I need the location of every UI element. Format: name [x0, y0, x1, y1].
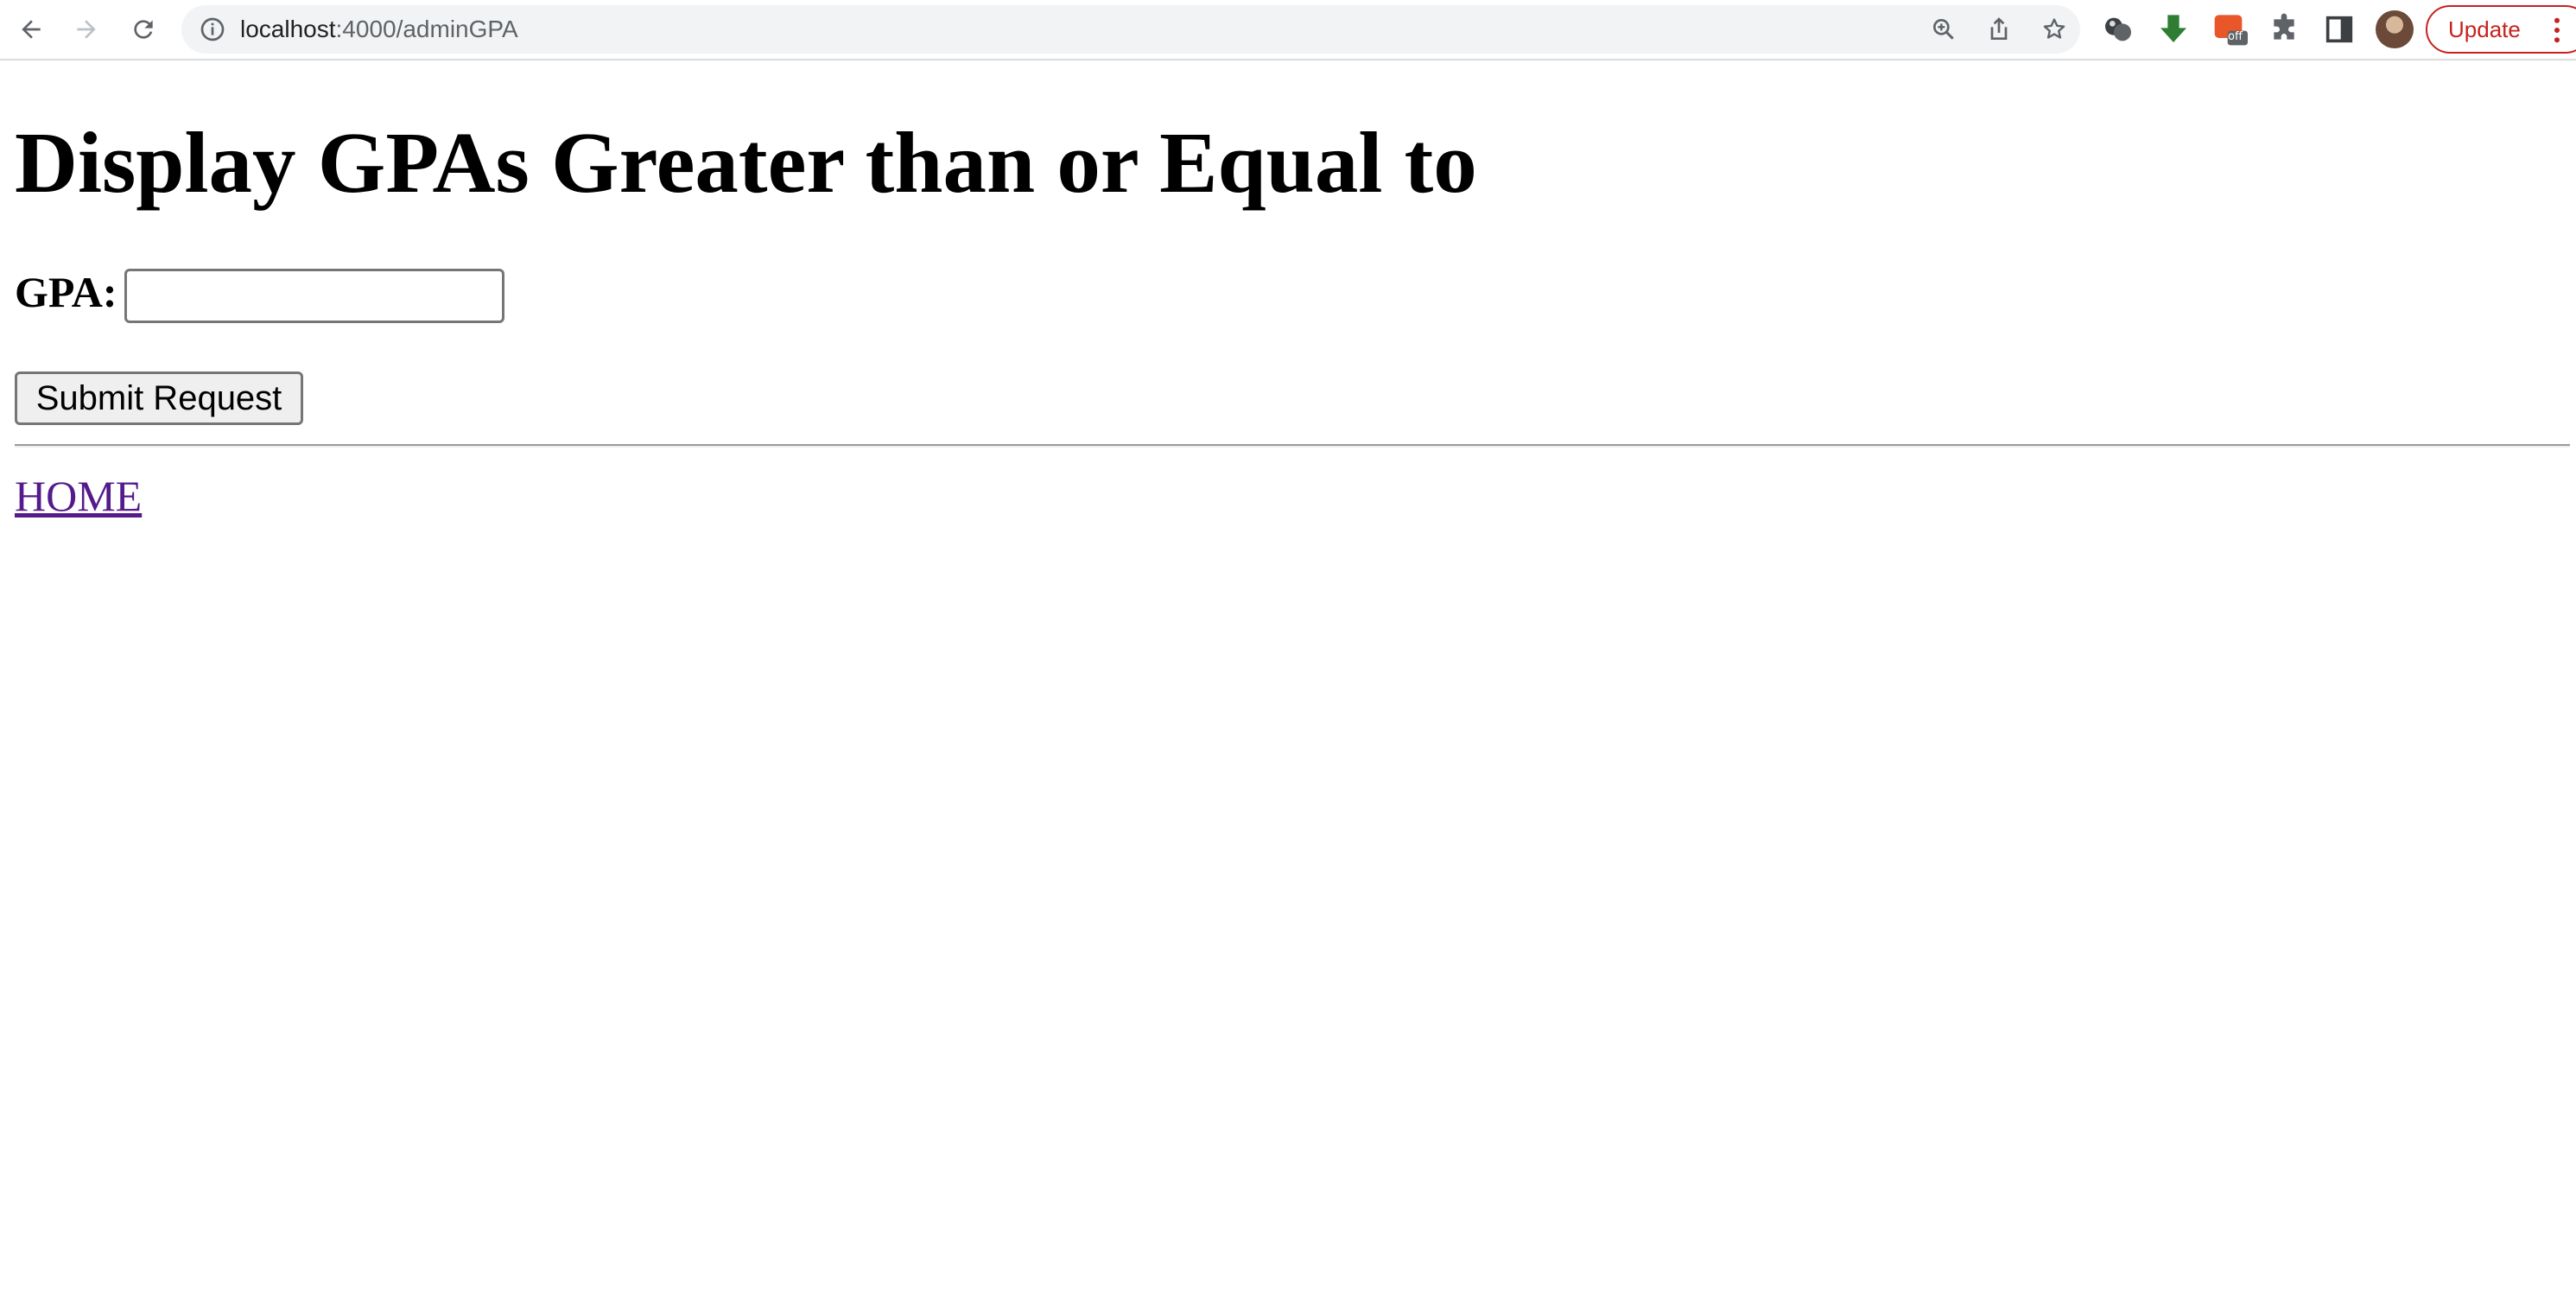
bookmark-star-icon[interactable]	[2040, 16, 2068, 43]
back-button[interactable]	[14, 12, 48, 47]
address-bar[interactable]: localhost:4000/adminGPA	[181, 5, 2080, 54]
url-path: :4000/adminGPA	[335, 16, 518, 42]
extensions-puzzle-icon[interactable]	[2267, 12, 2301, 47]
gpa-input[interactable]	[124, 269, 504, 323]
download-arrow-icon[interactable]	[2156, 12, 2191, 47]
submit-request-button[interactable]: Submit Request	[15, 371, 303, 425]
divider	[15, 444, 2570, 448]
profile-avatar[interactable]	[2376, 10, 2414, 48]
extension-off-icon[interactable]: off	[2213, 12, 2248, 47]
zoom-icon[interactable]	[1930, 16, 1957, 43]
site-info-icon[interactable]	[199, 16, 226, 43]
home-link[interactable]: HOME	[15, 470, 142, 522]
reload-icon	[134, 20, 153, 39]
gpa-label: GPA:	[15, 268, 117, 316]
forward-button[interactable]	[69, 12, 104, 47]
reload-button[interactable]	[126, 12, 161, 47]
extension-balls-icon[interactable]	[2101, 12, 2135, 47]
url-text[interactable]: localhost:4000/adminGPA	[240, 14, 518, 45]
update-label: Update	[2448, 16, 2521, 42]
page-title: Display GPAs Greater than or Equal to	[15, 114, 1477, 211]
more-vert-icon	[2554, 17, 2560, 43]
share-icon[interactable]	[1985, 16, 2013, 43]
update-button[interactable]: Update	[2426, 5, 2576, 54]
url-host: localhost	[240, 16, 336, 42]
side-panel-icon[interactable]	[2322, 12, 2357, 47]
forward-icon	[77, 20, 96, 39]
browser-toolbar: localhost:4000/adminGPA off Update	[0, 0, 2576, 60]
back-icon	[22, 20, 41, 39]
extension-badge: off	[2228, 30, 2243, 43]
